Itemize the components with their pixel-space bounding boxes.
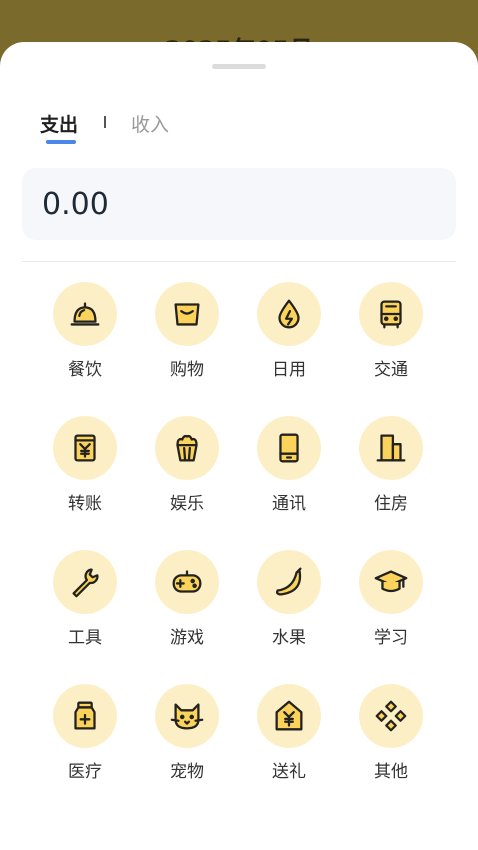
category-label: 娱乐 bbox=[170, 494, 204, 514]
category-shopping[interactable]: 购物 bbox=[136, 282, 238, 392]
category-entertainment[interactable]: 娱乐 bbox=[136, 416, 238, 526]
building-icon bbox=[359, 416, 423, 480]
category-label: 餐饮 bbox=[68, 360, 102, 380]
wrench-icon bbox=[53, 550, 117, 614]
shopping-bag-icon bbox=[155, 282, 219, 346]
category-label: 宠物 bbox=[170, 762, 204, 782]
category-label: 水果 bbox=[272, 628, 306, 648]
category-housing[interactable]: 住房 bbox=[340, 416, 442, 526]
phone-icon bbox=[257, 416, 321, 480]
tab-expense[interactable]: 支出 bbox=[40, 110, 79, 144]
gift-house-icon bbox=[257, 684, 321, 748]
bus-icon bbox=[359, 282, 423, 346]
type-tabs: 支出 收入 bbox=[40, 110, 169, 150]
category-label: 转账 bbox=[68, 494, 102, 514]
category-label: 通讯 bbox=[272, 494, 306, 514]
category-study[interactable]: 学习 bbox=[340, 550, 442, 660]
tab-income-label: 收入 bbox=[131, 114, 170, 136]
bottom-sheet: 支出 收入 0.00 餐饮 购物 日用 交通 转账 娱乐 通讯 住房 工具 游戏… bbox=[0, 42, 478, 850]
category-label: 游戏 bbox=[170, 628, 204, 648]
category-dining[interactable]: 餐饮 bbox=[34, 282, 136, 392]
category-label: 送礼 bbox=[272, 762, 306, 782]
category-medical[interactable]: 医疗 bbox=[34, 684, 136, 794]
drop-bolt-icon bbox=[257, 282, 321, 346]
category-pets[interactable]: 宠物 bbox=[136, 684, 238, 794]
category-label: 其他 bbox=[374, 762, 408, 782]
category-transport[interactable]: 交通 bbox=[340, 282, 442, 392]
gamepad-icon bbox=[155, 550, 219, 614]
category-label: 医疗 bbox=[68, 762, 102, 782]
cat-icon bbox=[155, 684, 219, 748]
amount-input[interactable]: 0.00 bbox=[22, 168, 456, 240]
medicine-bottle-icon bbox=[53, 684, 117, 748]
category-transfer[interactable]: 转账 bbox=[34, 416, 136, 526]
yen-document-icon bbox=[53, 416, 117, 480]
category-games[interactable]: 游戏 bbox=[136, 550, 238, 660]
category-daily[interactable]: 日用 bbox=[238, 282, 340, 392]
active-tab-indicator bbox=[46, 140, 76, 144]
category-label: 住房 bbox=[374, 494, 408, 514]
category-fruit[interactable]: 水果 bbox=[238, 550, 340, 660]
divider bbox=[22, 261, 456, 262]
bell-icon bbox=[53, 282, 117, 346]
sheet-drag-handle[interactable] bbox=[212, 64, 266, 69]
category-other[interactable]: 其他 bbox=[340, 684, 442, 794]
category-label: 日用 bbox=[272, 360, 306, 380]
graduation-cap-icon bbox=[359, 550, 423, 614]
category-telecom[interactable]: 通讯 bbox=[238, 416, 340, 526]
popcorn-icon bbox=[155, 416, 219, 480]
category-tools[interactable]: 工具 bbox=[34, 550, 136, 660]
amount-value: 0.00 bbox=[42, 186, 109, 222]
category-gifts[interactable]: 送礼 bbox=[238, 684, 340, 794]
banana-icon bbox=[257, 550, 321, 614]
diamonds-icon bbox=[359, 684, 423, 748]
category-label: 学习 bbox=[374, 628, 408, 648]
tab-separator bbox=[104, 116, 107, 128]
category-label: 交通 bbox=[374, 360, 408, 380]
category-label: 工具 bbox=[68, 628, 102, 648]
category-label: 购物 bbox=[170, 360, 204, 380]
tab-expense-label: 支出 bbox=[40, 114, 79, 136]
tab-income[interactable]: 收入 bbox=[131, 110, 169, 137]
